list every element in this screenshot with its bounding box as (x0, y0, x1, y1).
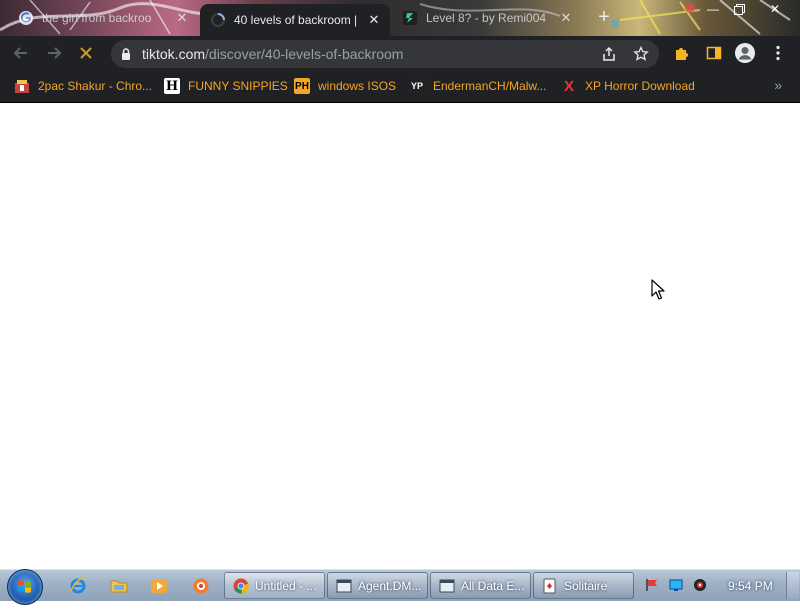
ie-icon (70, 578, 87, 594)
close-window-button[interactable]: ✕ (760, 0, 790, 18)
more-menu-icon (776, 45, 780, 61)
extensions-puzzle-icon (676, 48, 688, 60)
windows-logo-icon (18, 580, 31, 593)
browser-titlebar: the girl from backroo ✕ 40 levels of bac… (0, 0, 800, 36)
volume-icon[interactable] (693, 578, 707, 592)
google-icon (19, 11, 33, 25)
loading-spinner-icon (211, 13, 225, 27)
bookmark-label: XP Horror Download (585, 79, 695, 93)
tab-level[interactable]: Level 8? - by Remi004 ✕ (392, 4, 582, 32)
tab-google[interactable]: the girl from backroo ✕ (8, 4, 198, 32)
url-text[interactable]: tiktok.com/discover/40-levels-of-backroo… (142, 46, 403, 62)
yp-logo-icon: YP (409, 78, 425, 94)
bookmarks-bar: 2pac Shakur - Chro... H FUNNY SNIPPIES P… (0, 70, 800, 103)
flag-icon[interactable] (645, 578, 659, 592)
url-path: /discover/40-levels-of-backroom (205, 46, 404, 62)
x-logo-icon: X (563, 77, 574, 95)
monitor-icon[interactable] (669, 578, 683, 592)
url-host: tiktok.com (142, 46, 206, 62)
show-desktop-button[interactable] (786, 572, 799, 599)
profile-button[interactable] (734, 42, 756, 64)
chrome-icon (233, 578, 249, 593)
solitaire-icon (543, 578, 556, 593)
new-tab-button[interactable]: + (594, 6, 614, 28)
bookmark-label: 2pac Shakur - Chro... (38, 79, 153, 93)
share-icon (603, 46, 615, 61)
side-panel-icon (706, 46, 722, 60)
task-label: All Data E... (461, 578, 525, 593)
tab-close-icon[interactable]: ✕ (558, 10, 574, 26)
window-icon (336, 579, 352, 592)
task-label: Untitled - ... (255, 578, 317, 593)
app-icon (193, 578, 209, 594)
task-all-data[interactable]: All Data E... (430, 572, 531, 599)
quicklaunch-media-player[interactable] (149, 576, 169, 596)
ph-logo-icon: PH (294, 78, 310, 94)
bookmark-label: EndermanCH/Malw... (433, 79, 547, 93)
quicklaunch-app[interactable] (191, 576, 211, 596)
back-button[interactable] (9, 41, 33, 65)
system-clock[interactable]: 9:54 PM (728, 579, 773, 593)
task-solitaire[interactable]: Solitaire (533, 572, 634, 599)
quicklaunch-ie[interactable] (68, 576, 88, 596)
bookmark-label: FUNNY SNIPPIES (188, 79, 288, 93)
back-arrow-icon (13, 47, 27, 59)
bookmark-windows-isos[interactable]: PH windows ISOS (294, 76, 396, 96)
plus-icon: + (598, 6, 610, 28)
tab-close-icon[interactable]: ✕ (366, 12, 382, 28)
bookmark-funny-snippies[interactable]: H FUNNY SNIPPIES (164, 76, 288, 96)
task-label: Solitaire (564, 578, 608, 593)
bookmark-favicon-icon (14, 78, 30, 94)
browser-toolbar: tiktok.com/discover/40-levels-of-backroo… (0, 36, 800, 70)
task-label: Agent.DM... (358, 578, 422, 593)
stop-loading-button[interactable] (74, 41, 98, 65)
quicklaunch-explorer[interactable] (109, 576, 129, 596)
tab-label: 40 levels of backroom | (234, 13, 358, 27)
site-icon (403, 11, 417, 25)
stop-loading-icon (80, 47, 92, 59)
bookmark-star-button[interactable] (632, 45, 650, 63)
close-icon: ✕ (769, 2, 781, 16)
minimize-icon: — (707, 2, 719, 16)
bookmark-endermanch[interactable]: YP EndermanCH/Malw... (409, 76, 546, 96)
h-logo-icon: H (164, 78, 180, 94)
more-menu-button[interactable] (767, 42, 789, 64)
media-player-icon (151, 579, 167, 593)
bookmarks-overflow-button[interactable]: » (774, 77, 782, 93)
page-content[interactable] (0, 103, 800, 569)
tab-label: the girl from backroo (42, 11, 152, 25)
lock-icon[interactable] (119, 47, 133, 61)
task-agent[interactable]: Agent.DM... (327, 572, 428, 599)
bookmark-xp-horror[interactable]: X XP Horror Download (561, 76, 695, 96)
restore-icon (733, 3, 745, 15)
task-chrome[interactable]: Untitled - ... (224, 572, 325, 599)
tab-close-icon[interactable]: ✕ (174, 10, 190, 26)
bookmark-label: windows ISOS (318, 79, 397, 93)
side-panel-button[interactable] (703, 42, 725, 64)
window-icon (439, 579, 455, 592)
address-bar[interactable]: tiktok.com/discover/40-levels-of-backroo… (111, 40, 659, 68)
bookmark-star-icon (633, 46, 649, 61)
bookmark-2pac[interactable]: 2pac Shakur - Chro... (14, 76, 152, 96)
tab-active[interactable]: 40 levels of backroom | ✕ (200, 4, 390, 36)
restore-button[interactable] (727, 0, 751, 18)
minimize-button[interactable]: — (701, 0, 725, 18)
taskbar: Untitled - ... Agent.DM... All Data E...… (0, 569, 800, 605)
profile-avatar-icon (735, 43, 755, 63)
forward-arrow-icon (48, 47, 62, 59)
tab-label: Level 8? - by Remi004 (426, 11, 547, 25)
share-button[interactable] (600, 45, 618, 63)
forward-button[interactable] (42, 41, 66, 65)
explorer-folder-icon (110, 580, 128, 593)
extensions-button[interactable] (671, 42, 693, 64)
mouse-cursor-icon (651, 279, 665, 300)
